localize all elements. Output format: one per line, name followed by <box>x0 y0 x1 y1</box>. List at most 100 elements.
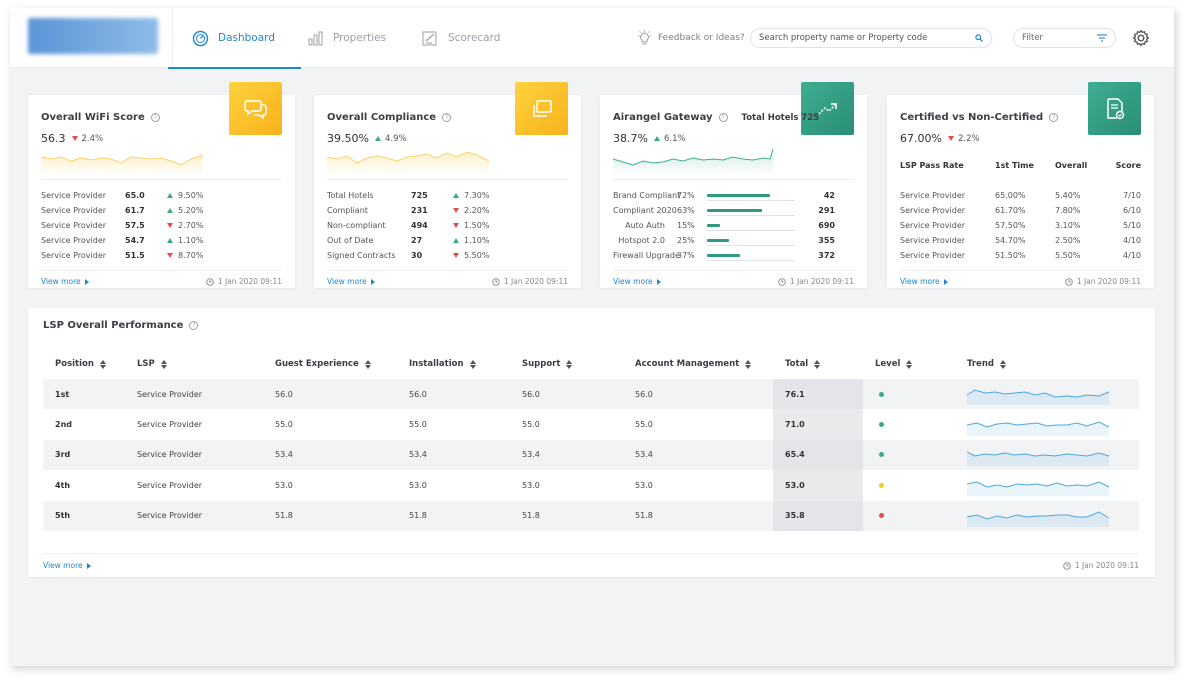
row-label: Service Provider <box>41 206 107 215</box>
table-row[interactable]: 1st Service Provider 56.0 56.0 56.0 56.0 76.1 <box>43 379 1139 410</box>
row-delta: 7.30% <box>453 191 489 200</box>
help-icon[interactable]: ? <box>150 113 160 122</box>
sort-icon[interactable] <box>745 359 752 369</box>
row-delta-text: 7.30% <box>464 191 490 200</box>
wifi-title: Overall WiFi Score <box>41 112 145 123</box>
level-dot-icon <box>879 391 884 397</box>
timestamp-text: 1 Jan 2020 09:11 <box>1076 277 1141 286</box>
trend-sparkline <box>967 389 1110 406</box>
column-header[interactable]: Account Management <box>623 356 773 372</box>
table-cell: 53.0 <box>773 470 863 501</box>
tab-dashboard[interactable]: Dashboard <box>168 8 301 69</box>
view-more-link[interactable]: View more <box>43 561 91 570</box>
help-icon[interactable]: ? <box>718 113 728 122</box>
row-delta-text: 2.20% <box>464 206 490 215</box>
card-title: Overall Compliance ? <box>327 112 452 123</box>
level-dot-icon <box>879 452 884 458</box>
sort-up-icon <box>99 359 106 364</box>
list-item: Total Hotels 725 7.30% <box>327 188 568 203</box>
sort-icon[interactable] <box>814 359 821 369</box>
row-value: 690 <box>818 221 835 230</box>
column-header[interactable]: Trend <box>955 356 1139 372</box>
column-header[interactable]: LSP <box>125 356 263 372</box>
certified-delta: 2.2% <box>947 134 980 144</box>
row-label: Service Provider <box>900 236 966 245</box>
sort-icon[interactable] <box>160 359 167 369</box>
row-score: 7/10 <box>1123 191 1141 200</box>
up-arrow-icon <box>167 193 173 198</box>
column-header[interactable]: Guest Experience <box>263 356 397 372</box>
column-header: Score <box>1115 161 1141 170</box>
table-row[interactable]: 5th Service Provider 51.8 51.8 51.8 51.8 35.8 <box>43 500 1139 531</box>
table-cell: Service Provider <box>137 511 203 521</box>
lsp-table-body: 1st Service Provider 56.0 56.0 56.0 56.0 76.1 2… <box>43 379 1139 531</box>
bar-chart-icon <box>308 31 323 46</box>
column-header-label: Guest Experience <box>275 359 359 369</box>
sort-icon[interactable] <box>364 359 371 369</box>
progress-track <box>707 250 795 261</box>
scorecard-icon <box>422 31 437 46</box>
help-icon[interactable]: ? <box>189 321 199 330</box>
sort-icon[interactable] <box>566 359 573 369</box>
progress-bar <box>707 224 721 227</box>
down-arrow-icon <box>167 253 173 258</box>
column-header[interactable]: Position <box>43 356 125 372</box>
sort-icon[interactable] <box>469 359 476 369</box>
trend-cell <box>955 440 1139 470</box>
sort-down-icon <box>469 364 476 369</box>
column-header[interactable]: Level <box>863 356 955 372</box>
feedback-label: Feedback or Ideas? <box>658 33 745 43</box>
card-title: Overall WiFi Score ? <box>41 112 160 123</box>
table-row[interactable]: 4th Service Provider 53.0 53.0 53.0 53.0 53.0 <box>43 470 1139 501</box>
tab-dashboard-label: Dashboard <box>218 32 275 44</box>
column-header: LSP Pass Rate <box>900 161 964 170</box>
view-more-link[interactable]: View more <box>900 277 948 286</box>
column-header-label: Level <box>875 359 901 369</box>
sort-icon[interactable] <box>99 359 106 369</box>
feedback-link[interactable]: Feedback or Ideas? <box>637 30 745 46</box>
row-first-time: 51.50% <box>995 251 1026 260</box>
brand-logo[interactable] <box>28 18 158 54</box>
certificate-icon <box>1106 97 1124 119</box>
table-cell: 53.4 <box>635 450 653 460</box>
help-icon[interactable]: ? <box>1049 113 1059 122</box>
caret-right-icon <box>86 562 91 569</box>
folders-icon <box>532 99 552 117</box>
column-header[interactable]: Total <box>773 356 863 372</box>
tab-properties[interactable]: Properties <box>308 8 386 68</box>
gear-icon[interactable] <box>1132 29 1150 47</box>
filter-dropdown[interactable]: Filter <box>1013 28 1116 48</box>
tab-scorecard[interactable]: Scorecard <box>422 8 500 68</box>
up-arrow-icon <box>167 238 173 243</box>
view-more-link[interactable]: View more <box>613 277 661 286</box>
wifi-badge <box>229 82 282 135</box>
table-row[interactable]: 3rd Service Provider 53.4 53.4 53.4 53.4 65.4 <box>43 439 1139 471</box>
chat-bubbles-icon <box>243 99 267 119</box>
compliance-value: 39.50% <box>327 132 369 145</box>
sort-icon[interactable] <box>999 359 1006 369</box>
column-header[interactable]: Support <box>510 356 623 372</box>
panel-title: LSP Overall Performance ? <box>43 320 199 331</box>
row-delta: 1.10% <box>167 236 203 245</box>
trend-cell <box>955 409 1139 439</box>
list-item: Service Provider 51.50% 5.50% 4/10 <box>900 248 1141 263</box>
sort-down-icon <box>906 364 913 369</box>
up-arrow-icon <box>453 193 459 198</box>
table-row[interactable]: 2nd Service Provider 55.0 55.0 55.0 55.0 71.0 <box>43 409 1139 440</box>
progress-bar <box>707 194 771 197</box>
nav-divider <box>172 8 173 68</box>
row-percent: 72% <box>677 191 695 200</box>
row-delta-text: 8.70% <box>178 251 204 260</box>
search-input[interactable] <box>759 33 975 43</box>
progress-bar <box>707 209 763 212</box>
row-label: Service Provider <box>900 206 966 215</box>
card-footer: View more 1 Jan 2020 09:11 <box>900 277 1141 286</box>
column-header[interactable]: Installation <box>397 356 510 372</box>
table-cell: 53.4 <box>522 450 540 460</box>
sort-icon[interactable] <box>906 359 913 369</box>
search-icon[interactable] <box>975 34 983 42</box>
view-more-link[interactable]: View more <box>41 277 89 286</box>
view-more-link[interactable]: View more <box>327 277 375 286</box>
list-item: Brand Compliant 72% 42 <box>613 188 854 203</box>
help-icon[interactable]: ? <box>442 113 452 122</box>
